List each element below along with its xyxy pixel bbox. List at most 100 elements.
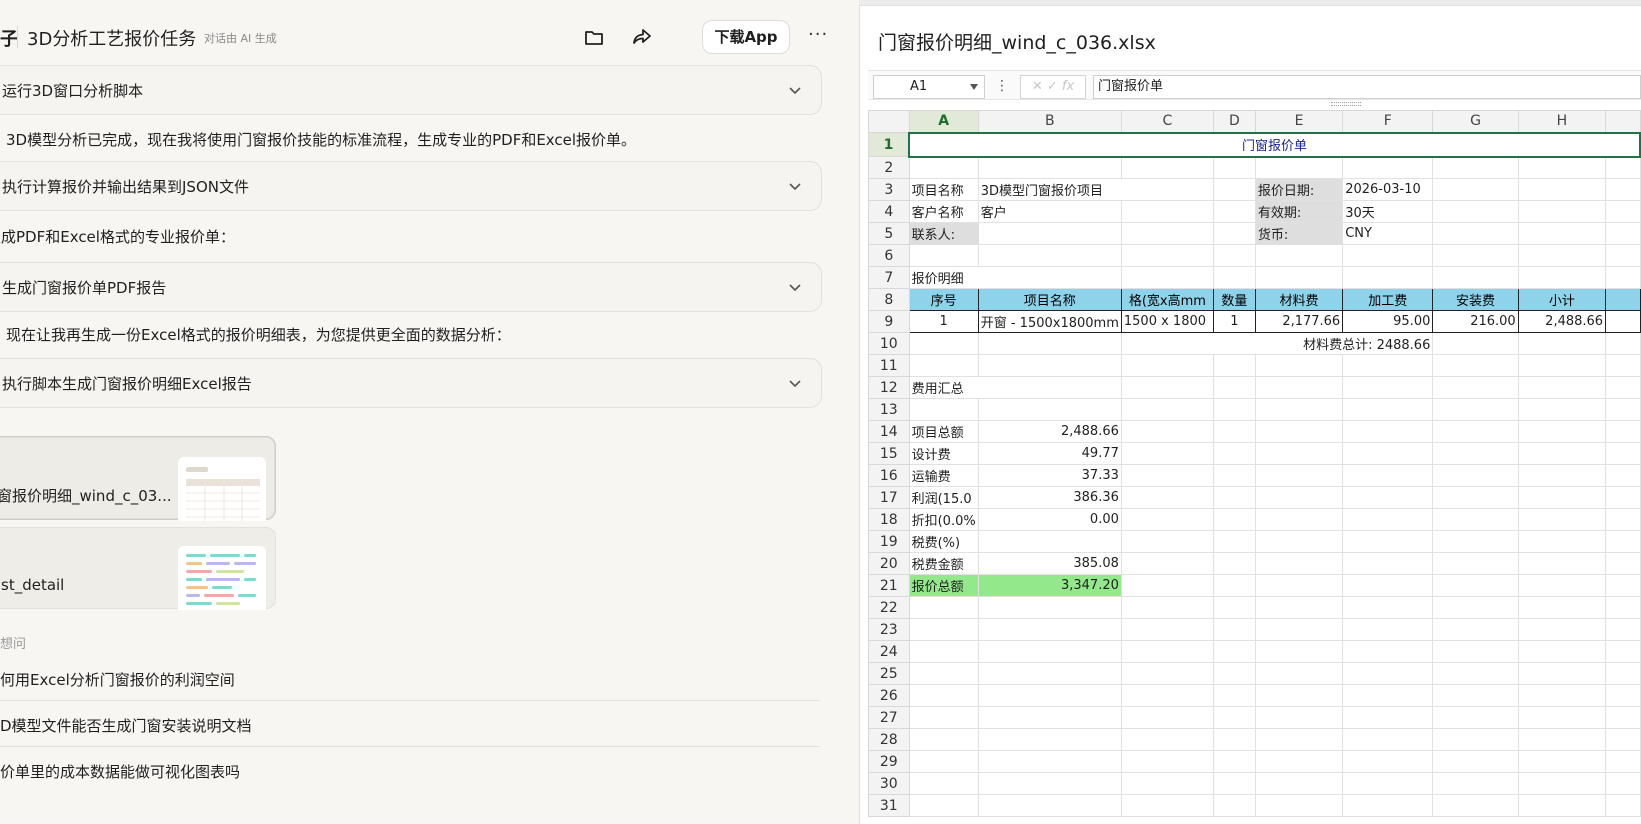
corner-cell[interactable] [868, 110, 910, 133]
file-card-detail[interactable]: st_detail [0, 527, 276, 610]
column-header[interactable]: D [1212, 110, 1256, 133]
column-header[interactable]: H [1517, 110, 1607, 133]
table-cell-extra[interactable] [1605, 310, 1641, 333]
table-header-cell-extra[interactable] [1605, 288, 1641, 311]
chevron-down-icon[interactable] [787, 375, 803, 391]
row-header[interactable]: 18 [868, 508, 910, 531]
formula-actions[interactable]: ✕ ✓ fx [1020, 75, 1086, 99]
row-header[interactable]: 24 [868, 640, 910, 663]
cell[interactable]: 报价日期: [1254, 178, 1344, 201]
row-header[interactable]: 15 [868, 442, 910, 465]
table-header-cell[interactable]: 序号 [908, 288, 979, 311]
sidebar-toggle-fragment[interactable]: 子 [0, 25, 18, 51]
cell[interactable]: 385.08 [977, 552, 1122, 575]
cell[interactable]: 有效期: [1254, 200, 1344, 223]
section-heading-cell[interactable]: 报价明细 [908, 266, 1122, 289]
cell[interactable]: 折扣(0.0% [908, 508, 979, 531]
table-header-cell[interactable]: 数量 [1212, 288, 1256, 311]
chevron-down-icon[interactable] [787, 178, 803, 194]
resize-grip-icon[interactable] [1331, 102, 1361, 106]
grand-total-label-cell[interactable]: 报价总额 [908, 574, 979, 597]
column-header[interactable]: E [1254, 110, 1344, 133]
dropdown-arrow-icon[interactable] [970, 84, 978, 90]
row-header[interactable]: 20 [868, 552, 910, 575]
cell[interactable]: 30天 [1342, 200, 1434, 223]
row-header[interactable]: 23 [868, 618, 910, 641]
conversation-title[interactable]: 3D分析工艺报价任务 [27, 25, 196, 51]
row-header[interactable]: 1 [868, 132, 910, 157]
table-cell[interactable]: 开窗 - 1500x1800mm [977, 310, 1122, 333]
cell[interactable]: CNY [1342, 222, 1434, 245]
row-header[interactable]: 17 [868, 486, 910, 509]
table-cell[interactable]: 1 [908, 310, 979, 333]
row-header[interactable]: 10 [868, 332, 910, 355]
cell[interactable]: 386.36 [977, 486, 1122, 509]
cell[interactable]: 客户 [977, 200, 1122, 223]
download-app-button[interactable]: 下载App [702, 20, 790, 54]
table-cell[interactable]: 1 [1212, 310, 1256, 333]
cell[interactable]: 设计费 [908, 442, 979, 465]
row-header[interactable]: 16 [868, 464, 910, 487]
row-header[interactable]: 28 [868, 728, 910, 751]
column-header[interactable]: F [1342, 110, 1434, 133]
chevron-down-icon[interactable] [787, 279, 803, 295]
cell[interactable]: 3D模型门窗报价项目 [977, 178, 1214, 201]
row-header[interactable]: 2 [868, 156, 910, 179]
share-icon[interactable] [631, 26, 653, 48]
row-header[interactable]: 8 [868, 288, 910, 311]
cell[interactable]: 税费(%) [908, 530, 979, 553]
row-header[interactable]: 12 [868, 376, 910, 399]
row-header[interactable]: 19 [868, 530, 910, 553]
cell[interactable]: 运输费 [908, 464, 979, 487]
suggestion-item[interactable]: 何用Excel分析门窗报价的利润空间 [0, 655, 820, 701]
suggestion-item[interactable]: 价单里的成本数据能做可视化图表吗 [0, 747, 820, 793]
cell[interactable]: 税费金额 [908, 552, 979, 575]
sheet-grid[interactable]: A B C D E F G H 1 门窗报价单 2 3 项目名称 3D模型门窗报… [868, 110, 1641, 824]
table-header-cell[interactable]: 安装费 [1432, 288, 1519, 311]
row-header[interactable]: 25 [868, 662, 910, 685]
cell[interactable]: 项目总额 [908, 420, 979, 443]
cell[interactable]: 利润(15.0 [908, 486, 979, 509]
chevron-down-icon[interactable] [787, 82, 803, 98]
table-header-cell[interactable]: 小计 [1517, 288, 1607, 311]
column-header[interactable]: G [1432, 110, 1519, 133]
table-cell[interactable]: 2,177.66 [1254, 310, 1344, 333]
table-header-cell[interactable]: 材料费 [1254, 288, 1344, 311]
step-card-run-3d-analysis[interactable]: 运行3D窗口分析脚本 [0, 65, 822, 115]
step-card-calc-quote-json[interactable]: 执行计算报价并输出结果到JSON文件 [0, 161, 822, 211]
row-header[interactable]: 21 [868, 574, 910, 597]
cell[interactable]: 联系人: [908, 222, 979, 245]
row-header[interactable]: 14 [868, 420, 910, 443]
column-header[interactable]: A [908, 110, 979, 134]
cell[interactable]: 37.33 [977, 464, 1122, 487]
row-header[interactable]: 5 [868, 222, 910, 245]
table-header-cell[interactable]: 项目名称 [977, 288, 1122, 311]
cell[interactable]: 2026-03-10 [1342, 178, 1434, 201]
file-card-excel[interactable]: 窗报价明细_wind_c_03... [0, 436, 276, 521]
material-total-cell[interactable]: 材料费总计: 2488.66 [1120, 332, 1434, 355]
row-header[interactable]: 27 [868, 706, 910, 729]
row-header[interactable]: 31 [868, 794, 910, 817]
row-header[interactable]: 30 [868, 772, 910, 795]
folder-icon[interactable] [583, 26, 605, 48]
cell[interactable]: 49.77 [977, 442, 1122, 465]
column-header[interactable]: C [1120, 110, 1214, 133]
step-card-generate-pdf[interactable]: 生成门窗报价单PDF报告 [0, 262, 822, 312]
table-header-cell[interactable]: 格(宽x高mm [1120, 288, 1214, 311]
name-box[interactable]: A1 [873, 75, 985, 99]
table-cell[interactable]: 2,488.66 [1517, 310, 1607, 333]
row-header[interactable]: 29 [868, 750, 910, 773]
table-cell[interactable]: 95.00 [1342, 310, 1434, 333]
row-header[interactable]: 6 [868, 244, 910, 267]
cell[interactable]: 0.00 [977, 508, 1122, 531]
row-header[interactable]: 9 [868, 310, 910, 333]
table-cell[interactable]: 216.00 [1432, 310, 1519, 333]
row-header[interactable]: 7 [868, 266, 910, 289]
table-header-cell[interactable]: 加工费 [1342, 288, 1434, 311]
grand-total-value-cell[interactable]: 3,347.20 [977, 574, 1122, 597]
row-header[interactable]: 13 [868, 398, 910, 421]
cell[interactable]: 2,488.66 [977, 420, 1122, 443]
section-heading-cell[interactable]: 费用汇总 [908, 376, 1122, 399]
suggestion-item[interactable]: D模型文件能否生成门窗安装说明文档 [0, 701, 820, 747]
row-header[interactable]: 4 [868, 200, 910, 223]
